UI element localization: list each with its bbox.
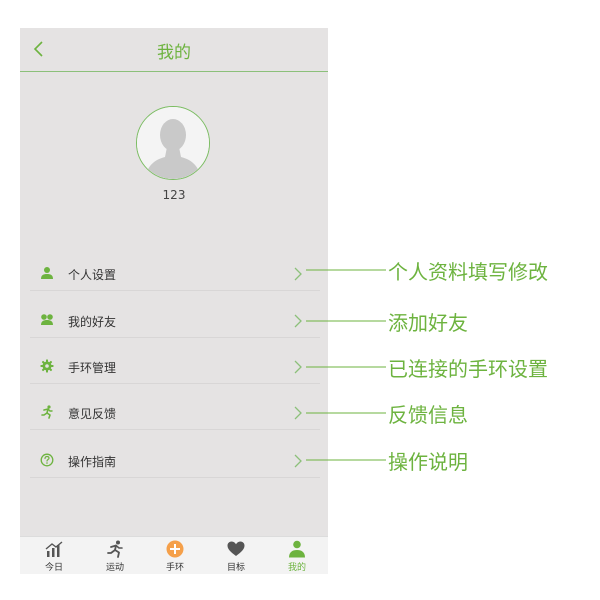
- chevron-right-icon: [294, 314, 302, 328]
- tab-label: 今日: [44, 563, 63, 573]
- friends-icon: [41, 314, 53, 325]
- menu-item-my-friends[interactable]: 我的好友: [30, 305, 320, 338]
- default-avatar-icon: [137, 107, 209, 179]
- menu-item-label: 意见反馈: [68, 407, 117, 421]
- tab-goal[interactable]: 目标: [206, 537, 266, 574]
- runner-icon: [41, 405, 53, 419]
- tab-label: 目标: [226, 563, 245, 573]
- callout-feedback: 反馈信息: [388, 403, 468, 427]
- header-bar: 我的: [20, 28, 328, 72]
- chevron-right-icon: [294, 267, 302, 281]
- plus-circle-icon: [166, 540, 184, 558]
- menu-item-personal-settings[interactable]: 个人设置: [30, 258, 320, 291]
- app-screen: 我的 123 个人设置 我的好友 手环管理 意见反馈 操作指南 今日 运动 手环…: [20, 28, 328, 574]
- menu-item-label: 我的好友: [68, 315, 117, 329]
- menu-item-operation-guide[interactable]: 操作指南: [30, 445, 320, 478]
- tab-mine[interactable]: 我的: [267, 537, 327, 574]
- chevron-right-icon: [294, 406, 302, 420]
- page-title: 我的: [157, 43, 191, 63]
- callout-band-settings: 已连接的手环设置: [388, 357, 548, 381]
- tab-band[interactable]: 手环: [145, 537, 205, 574]
- callout-instructions: 操作说明: [388, 450, 468, 474]
- gear-icon: [40, 359, 54, 373]
- callout-add-friends: 添加好友: [388, 311, 468, 335]
- user-icon: [41, 267, 53, 279]
- bottom-tab-bar: 今日 运动 手环 目标 我的: [20, 536, 328, 574]
- tab-label: 手环: [165, 563, 184, 573]
- menu-item-band-management[interactable]: 手环管理: [30, 351, 320, 384]
- username: 123: [162, 188, 186, 202]
- chart-icon: [45, 541, 63, 557]
- chevron-right-icon: [294, 454, 302, 468]
- heart-icon: [227, 541, 245, 556]
- menu-item-label: 手环管理: [68, 361, 117, 375]
- menu-item-label: 操作指南: [68, 455, 117, 469]
- chevron-right-icon: [294, 360, 302, 374]
- tab-label: 运动: [105, 563, 124, 573]
- tab-label: 我的: [287, 563, 306, 573]
- tab-today[interactable]: 今日: [24, 537, 84, 574]
- runner-icon: [107, 540, 123, 558]
- user-icon: [289, 540, 305, 558]
- page: 我的 123 个人设置 我的好友 手环管理 意见反馈 操作指南 今日 运动 手环…: [0, 0, 600, 600]
- callout-personal-info: 个人资料填写修改: [388, 260, 548, 284]
- tab-exercise[interactable]: 运动: [85, 537, 145, 574]
- avatar[interactable]: [136, 106, 210, 180]
- help-icon: [40, 453, 54, 467]
- menu-item-feedback[interactable]: 意见反馈: [30, 397, 320, 430]
- menu-item-label: 个人设置: [68, 268, 117, 282]
